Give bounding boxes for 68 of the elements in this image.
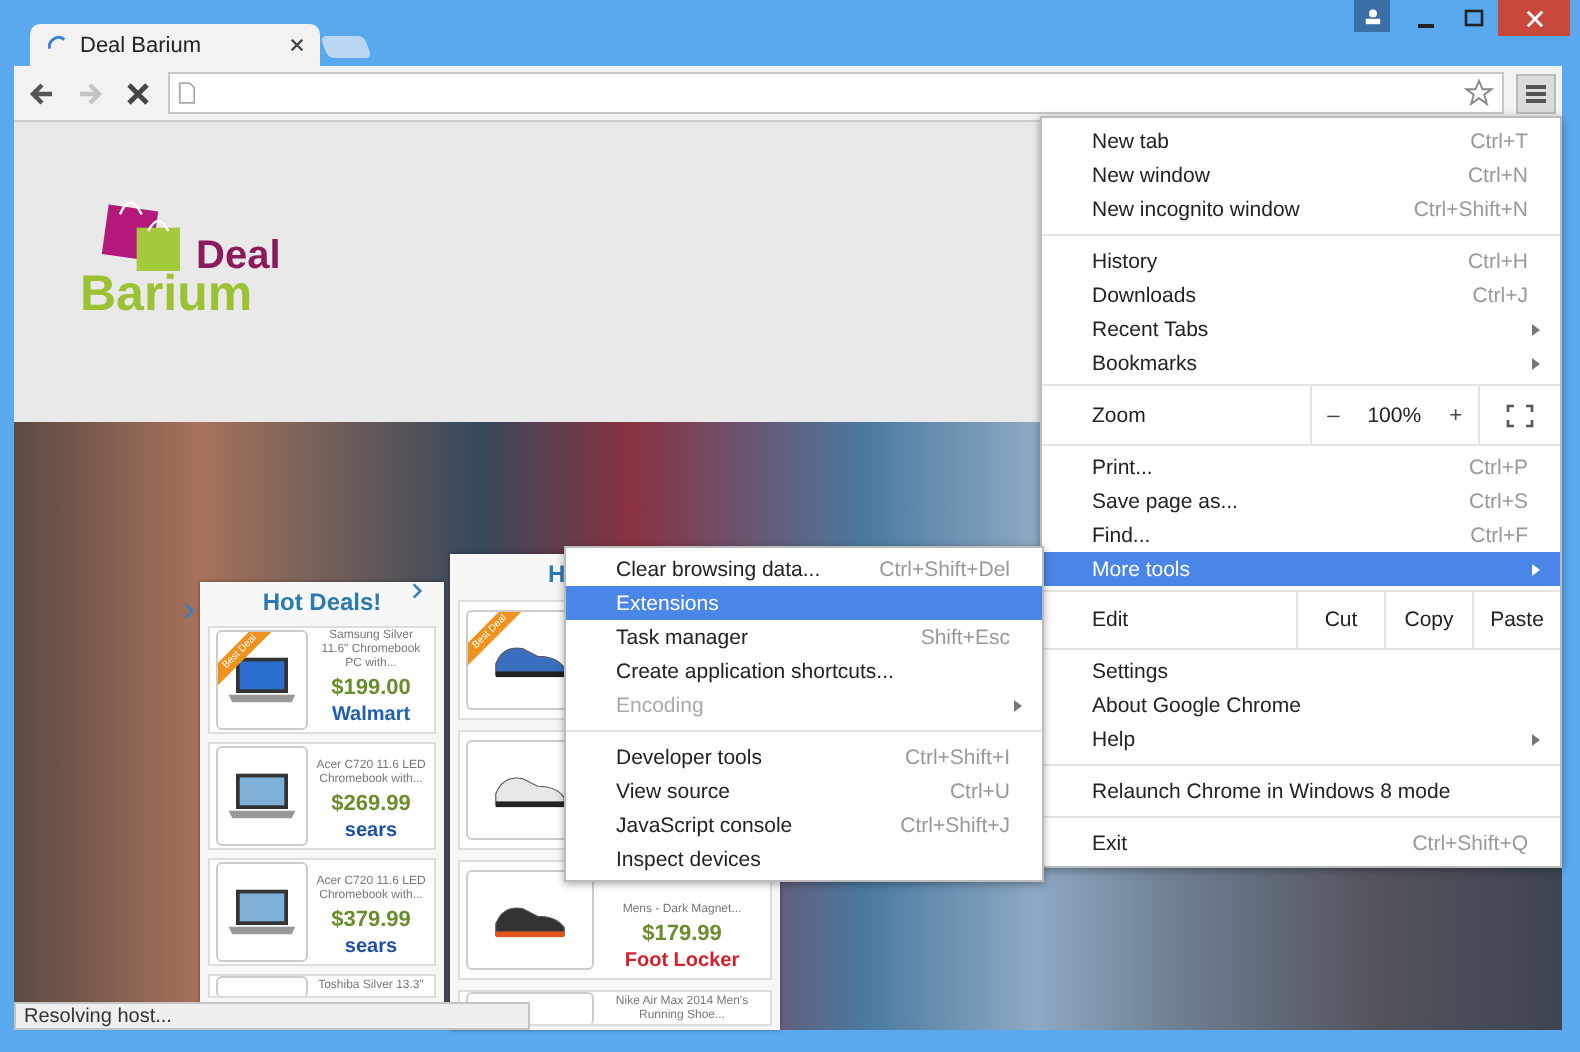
submenu-arrow-icon <box>1532 323 1540 335</box>
menu-item[interactable]: New incognito window Ctrl+Shift+N <box>1042 192 1560 226</box>
menu-item[interactable]: Save page as... Ctrl+S <box>1042 484 1560 518</box>
laptop-icon <box>224 886 300 938</box>
menu-item[interactable]: New window Ctrl+N <box>1042 158 1560 192</box>
zoom-level: 100% <box>1367 403 1422 427</box>
stop-button[interactable] <box>124 79 152 107</box>
menu-item[interactable]: Recent Tabs <box>1042 312 1560 346</box>
product-price: $199.00 <box>331 676 411 700</box>
store-logo: Foot Locker <box>624 950 740 972</box>
person-icon <box>1363 7 1381 25</box>
chevron-right-icon[interactable] <box>412 582 422 600</box>
status-bubble: Resolving host... <box>14 1002 530 1030</box>
submenu-arrow-icon <box>1532 563 1540 575</box>
menu-item[interactable]: Bookmarks <box>1042 346 1560 380</box>
menu-item[interactable]: History Ctrl+H <box>1042 244 1560 278</box>
maximize-icon <box>1464 8 1484 28</box>
fullscreen-icon <box>1506 403 1534 427</box>
browser-tab[interactable]: Deal Barium <box>30 24 320 66</box>
edit-label: Edit <box>1090 608 1131 632</box>
menu-item[interactable]: Task manager Shift+Esc <box>566 620 1042 654</box>
menu-item[interactable]: Relaunch Chrome in Windows 8 mode <box>1042 774 1560 808</box>
star-icon[interactable] <box>1464 78 1494 108</box>
menu-item[interactable]: Find... Ctrl+F <box>1042 518 1560 552</box>
menu-item[interactable]: Settings <box>1042 654 1560 688</box>
store-logo: sears <box>344 936 398 958</box>
minimize-icon <box>1418 24 1434 28</box>
submenu-arrow-icon <box>1532 357 1540 369</box>
menu-item[interactable]: Downloads Ctrl+J <box>1042 278 1560 312</box>
profile-button[interactable] <box>1354 0 1390 32</box>
laptop-icon <box>224 654 300 706</box>
laptop-icon <box>224 770 300 822</box>
product-price: $379.99 <box>331 908 411 932</box>
edit-action-button[interactable]: Copy <box>1384 592 1472 648</box>
menu-item[interactable]: Help <box>1042 722 1560 756</box>
menu-item[interactable]: Print... Ctrl+P <box>1042 450 1560 484</box>
close-icon <box>1525 9 1543 27</box>
menu-item[interactable]: JavaScript console Ctrl+Shift+J <box>566 808 1042 842</box>
menu-item[interactable]: Create application shortcuts... <box>566 654 1042 688</box>
zoom-label: Zoom <box>1090 403 1148 427</box>
menu-icon <box>1524 81 1548 105</box>
panel-heading: Hot Deals! <box>262 586 382 618</box>
back-button[interactable] <box>28 79 56 107</box>
submenu-arrow-icon <box>1532 733 1540 745</box>
store-logo: Walmart <box>331 704 411 726</box>
submenu-arrow-icon <box>1014 699 1022 711</box>
product-price: $269.99 <box>331 792 411 816</box>
menu-item[interactable]: About Google Chrome <box>1042 688 1560 722</box>
edit-action-button[interactable]: Cut <box>1296 592 1384 648</box>
menu-button[interactable] <box>1516 73 1556 113</box>
page-icon <box>178 82 196 104</box>
edit-action-button[interactable]: Paste <box>1472 592 1560 648</box>
zoom-in-button[interactable]: + <box>1449 403 1462 427</box>
close-button[interactable] <box>1498 0 1570 36</box>
close-tab-icon[interactable] <box>290 38 304 52</box>
site-logo[interactable]: Deal Barium <box>80 194 280 326</box>
menu-item[interactable]: Extensions <box>566 586 1042 620</box>
zoom-out-button[interactable]: – <box>1327 403 1340 427</box>
menu-item[interactable]: New tab Ctrl+T <box>1042 124 1560 158</box>
product-thumbnail <box>216 976 308 996</box>
store-logo: sears <box>344 820 398 842</box>
menu-item[interactable]: View source Ctrl+U <box>566 774 1042 808</box>
menu-item[interactable]: More tools <box>1042 552 1560 586</box>
menu-item[interactable]: Developer tools Ctrl+Shift+I <box>566 740 1042 774</box>
menu-item[interactable]: Exit Ctrl+Shift+Q <box>1042 826 1560 860</box>
menu-item[interactable]: Clear browsing data... Ctrl+Shift+Del <box>566 552 1042 586</box>
panel-heading: H <box>546 558 566 590</box>
product-price: $179.99 <box>642 922 722 946</box>
